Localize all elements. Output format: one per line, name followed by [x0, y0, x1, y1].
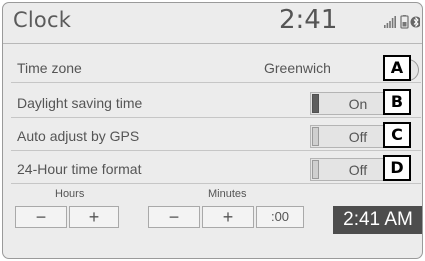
time-zone-row[interactable]: Time zone Greenwich	[11, 53, 421, 83]
battery-icon	[400, 15, 409, 29]
callout-c: C	[383, 122, 411, 148]
toggle-indicator	[312, 160, 319, 179]
hour-format-state: Off	[348, 162, 368, 178]
signal-bars-icon	[384, 16, 396, 28]
hours-label: Hours	[55, 188, 85, 200]
header-clock: 2:41	[279, 5, 338, 35]
time-zone-value: Greenwich	[264, 60, 331, 76]
auto-adjust-gps-state: Off	[348, 129, 368, 145]
hour-format-toggle[interactable]: Off	[310, 158, 392, 181]
callout-d: D	[383, 155, 411, 181]
page-title: Clock	[13, 8, 72, 32]
hour-format-label: 24-Hour time format	[17, 161, 142, 177]
minutes-label: Minutes	[208, 188, 247, 200]
current-time-display: 2:41 AM	[333, 206, 422, 234]
daylight-saving-row: Daylight saving time On	[11, 88, 421, 118]
minutes-plus-button[interactable]: +	[202, 206, 254, 228]
bluetooth-icon	[410, 16, 420, 28]
daylight-saving-toggle[interactable]: On	[310, 92, 392, 115]
callout-b: B	[383, 89, 411, 115]
auto-adjust-gps-row: Auto adjust by GPS Off	[11, 121, 421, 151]
minutes-minus-button[interactable]: −	[148, 206, 200, 228]
toggle-indicator	[312, 127, 319, 146]
auto-adjust-gps-label: Auto adjust by GPS	[17, 128, 140, 144]
callout-a: A	[383, 55, 411, 81]
header-divider	[3, 43, 422, 44]
daylight-saving-label: Daylight saving time	[17, 95, 143, 111]
hours-minus-button[interactable]: −	[15, 206, 67, 228]
status-icons	[384, 15, 420, 29]
daylight-saving-state: On	[348, 96, 368, 112]
time-zone-label: Time zone	[17, 60, 82, 76]
hours-plus-button[interactable]: +	[69, 206, 119, 228]
reset-minutes-button[interactable]: :00	[256, 206, 304, 228]
hour-format-row: 24-Hour time format Off	[11, 154, 421, 184]
auto-adjust-gps-toggle[interactable]: Off	[310, 125, 392, 148]
toggle-indicator	[312, 94, 319, 113]
clock-settings-screen: Clock 2:41 Time zone Greenwich Daylight …	[2, 2, 423, 259]
